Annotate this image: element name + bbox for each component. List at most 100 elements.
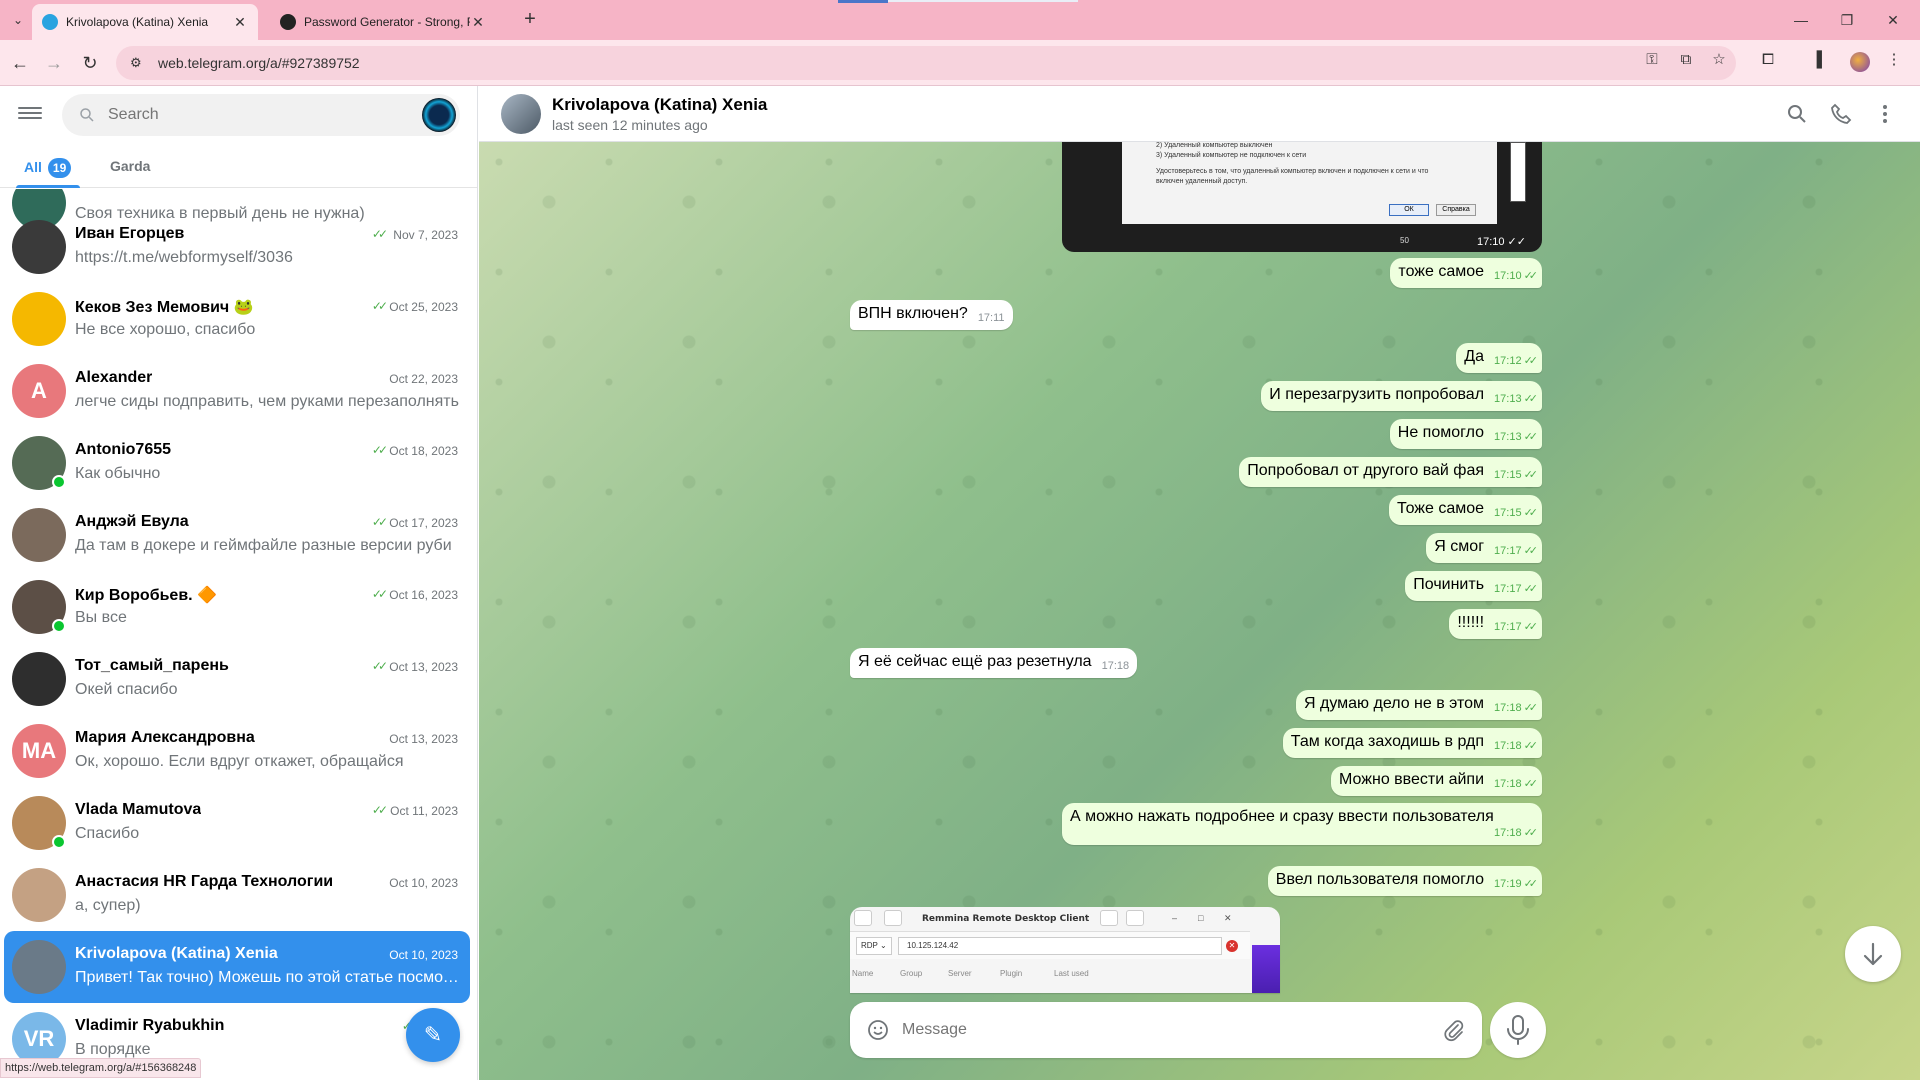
hamburger-menu-icon[interactable] xyxy=(18,104,42,124)
read-checkmark-icon: ✓✓ xyxy=(371,299,388,313)
browser-tab-telegram[interactable]: Krivolapova (Katina) Xenia ✕ xyxy=(32,4,258,40)
dialog-help-button: Справка xyxy=(1436,204,1476,216)
more-vertical-icon[interactable] xyxy=(1873,102,1897,126)
outgoing-message[interactable]: Я думаю дело не в этом 17:18 ✓✓ xyxy=(1295,690,1542,720)
compose-pencil-icon[interactable]: ✎ xyxy=(406,1008,460,1062)
read-checkmark-icon: ✓✓ xyxy=(1523,393,1539,405)
tab-search-chevron-icon[interactable]: ⌄ xyxy=(8,10,28,30)
outgoing-message[interactable]: Починить 17:17 ✓✓ xyxy=(1405,571,1542,601)
desktop-wallpaper-fragment xyxy=(1252,945,1280,993)
voice-record-button[interactable] xyxy=(1490,1002,1546,1058)
chat-list-item[interactable]: Antonio7655 Oct 18, 2023 ✓✓ Как обычно xyxy=(4,427,470,499)
chat-list-item[interactable]: Кеков Зез Мемович 🐸 Oct 25, 2023 ✓✓ Не все … xyxy=(4,283,470,355)
chat-preview: Спасибо xyxy=(75,825,140,842)
scroll-to-bottom-button[interactable] xyxy=(1845,926,1901,982)
image-message-remmina[interactable]: Remmina Remote Desktop Client – □ ✕ RDP … xyxy=(850,907,1280,993)
outgoing-message[interactable]: Ввел пользователя помогло 17:19 ✓✓ xyxy=(1267,866,1542,896)
search-icon xyxy=(80,108,94,122)
story-avatar[interactable] xyxy=(422,98,456,132)
message-text: Там когда заходишь в рдп xyxy=(1290,733,1485,750)
chat-list-item[interactable]: Анджэй Евула Oct 17, 2023 ✓✓ Да там в докер… xyxy=(4,499,470,571)
time-label: 17:13 xyxy=(1494,431,1522,443)
chat-list-item[interactable]: MA Мария Александровна Oct 13, 2023 Ок, хор… xyxy=(4,715,470,787)
tab-garda[interactable]: Garda xyxy=(110,158,150,174)
outgoing-message[interactable]: А можно нажать подробнее и сразу ввести … xyxy=(1062,803,1542,845)
image-message[interactable]: 2) Удаленный компьютер выключен 3) Удале… xyxy=(1062,142,1542,252)
chat-list-item[interactable]: A Alexander Oct 22, 2023 легче сиды подправ… xyxy=(4,355,470,427)
outgoing-message[interactable]: Там когда заходишь в рдп 17:18 ✓✓ xyxy=(1282,728,1542,758)
message-input[interactable] xyxy=(902,1016,1382,1044)
chat-name: Анджэй Евула xyxy=(75,513,189,530)
chat-list-item[interactable]: Vlada Mamutova Oct 11, 2023 ✓✓ Спасибо xyxy=(4,787,470,859)
incoming-message[interactable]: ВПН включен? 17:11 xyxy=(850,300,1013,330)
read-checkmark-icon: ✓✓ xyxy=(1523,827,1539,839)
address-bar[interactable]: ⚙ web.telegram.org/a/#927389752 xyxy=(116,46,1736,80)
time-label: 17:18 xyxy=(1494,827,1522,839)
browser-tab-bar: ⌄ Krivolapova (Katina) Xenia ✕ Password … xyxy=(0,0,1920,40)
last-seen-status: last seen 12 minutes ago xyxy=(552,117,708,133)
search-input[interactable] xyxy=(108,106,408,124)
minimize-icon[interactable]: — xyxy=(1786,8,1816,32)
avatar xyxy=(12,220,66,274)
profile-avatar[interactable] xyxy=(1850,52,1870,72)
chat-header[interactable]: Krivolapova (Katina) Xenia last seen 12 … xyxy=(479,86,1920,142)
message-text: Я думаю дело не в этом xyxy=(1303,695,1485,712)
close-window-icon[interactable]: ✕ xyxy=(1878,8,1908,32)
dialog-text: 3) Удаленный компьютер не подключен к се… xyxy=(1156,152,1307,159)
emoji-icon[interactable] xyxy=(866,1018,890,1042)
search-field[interactable] xyxy=(62,94,460,136)
install-app-icon[interactable]: ⧉ xyxy=(1674,48,1698,72)
telegram-favicon-icon xyxy=(42,14,58,30)
outgoing-message[interactable]: Тоже самое 17:15 ✓✓ xyxy=(1389,495,1542,525)
incoming-message[interactable]: Я её сейчас ещё раз резетнула 17:18 xyxy=(850,648,1138,678)
outgoing-message[interactable]: Я смог 17:17 ✓✓ xyxy=(1426,533,1542,563)
restore-icon[interactable]: ❐ xyxy=(1832,8,1862,32)
outgoing-message[interactable]: !!!!!! 17:17 ✓✓ xyxy=(1449,609,1542,639)
chat-list-item[interactable]: Иван Егорцев Nov 7, 2023 ✓✓ https://t.me/we… xyxy=(4,211,470,283)
avatar[interactable] xyxy=(501,94,541,134)
outgoing-message[interactable]: Попробовал от другого вай фая 17:15 ✓✓ xyxy=(1239,457,1542,487)
tab-all[interactable]: All 19 xyxy=(24,158,72,178)
chat-list-item[interactable]: Тот_самый_парень Oct 13, 2023 ✓✓ Окей спаси… xyxy=(4,643,470,715)
help-label: Справка xyxy=(1442,206,1470,213)
reload-icon[interactable]: ↻ xyxy=(78,51,102,75)
microphone-icon xyxy=(1507,1015,1529,1045)
unread-count-badge: 19 xyxy=(47,158,72,178)
outgoing-message[interactable]: И перезагрузить попробовал 17:13 ✓✓ xyxy=(1261,381,1542,411)
back-icon[interactable]: ← xyxy=(8,51,32,75)
column-header: Server xyxy=(948,969,972,978)
chat-date: Nov 7, 2023 xyxy=(393,228,458,242)
remmina-address-field: 10.125.124.42 xyxy=(898,937,1222,955)
close-tab-icon[interactable]: ✕ xyxy=(232,14,248,31)
remmina-maximize-icon: □ xyxy=(1198,913,1204,923)
key-icon[interactable]: ⚿ xyxy=(1640,48,1664,72)
avatar xyxy=(12,868,66,922)
browser-tab-password-generator[interactable]: Password Generator - Strong, R ✕ xyxy=(270,4,496,40)
close-tab-icon[interactable]: ✕ xyxy=(470,14,486,31)
message-time: 17:17 ✓✓ xyxy=(1494,620,1538,633)
forward-icon[interactable]: → xyxy=(42,51,66,75)
side-panel-icon[interactable]: ▌ xyxy=(1810,48,1834,72)
browser-menu-icon[interactable]: ⋮ xyxy=(1882,48,1906,72)
error-dialog-screenshot: 2) Удаленный компьютер выключен 3) Удале… xyxy=(1122,142,1497,224)
message-time: 17:15 ✓✓ xyxy=(1494,506,1538,519)
read-checkmark-icon: ✓✓ xyxy=(371,227,388,241)
paperclip-icon[interactable] xyxy=(1442,1018,1466,1042)
site-info-icon[interactable]: ⚙ xyxy=(130,55,146,71)
outgoing-message[interactable]: Можно ввести айпи 17:18 ✓✓ xyxy=(1331,766,1542,796)
chat-name: Иван Егорцев xyxy=(75,225,185,242)
chat-list-item[interactable]: Кир Воробьев. 🔶 Oct 16, 2023 ✓✓ Вы все xyxy=(4,571,470,643)
chat-preview: Да там в докере и геймфайле разные верси… xyxy=(75,537,452,554)
avatar: A xyxy=(12,364,66,418)
bookmark-star-icon[interactable]: ☆ xyxy=(1707,48,1731,72)
new-tab-icon[interactable]: + xyxy=(518,8,542,32)
chat-list-item[interactable]: Krivolapova (Katina) Xenia Oct 10, 2023 Пр… xyxy=(4,931,470,1003)
phone-icon[interactable] xyxy=(1829,102,1853,126)
outgoing-message[interactable]: Да 17:12 ✓✓ xyxy=(1456,343,1542,373)
outgoing-message[interactable]: Не помогло 17:13 ✓✓ xyxy=(1389,419,1542,449)
search-icon[interactable] xyxy=(1785,102,1809,126)
arrow-down-icon xyxy=(1863,942,1883,966)
chat-list-item[interactable]: Анастасия HR Гарда Технологии Oct 10, 202… xyxy=(4,859,470,931)
extensions-icon[interactable]: ⧠ xyxy=(1756,48,1780,72)
outgoing-message[interactable]: тоже самое 17:10 ✓✓ xyxy=(1390,258,1542,288)
